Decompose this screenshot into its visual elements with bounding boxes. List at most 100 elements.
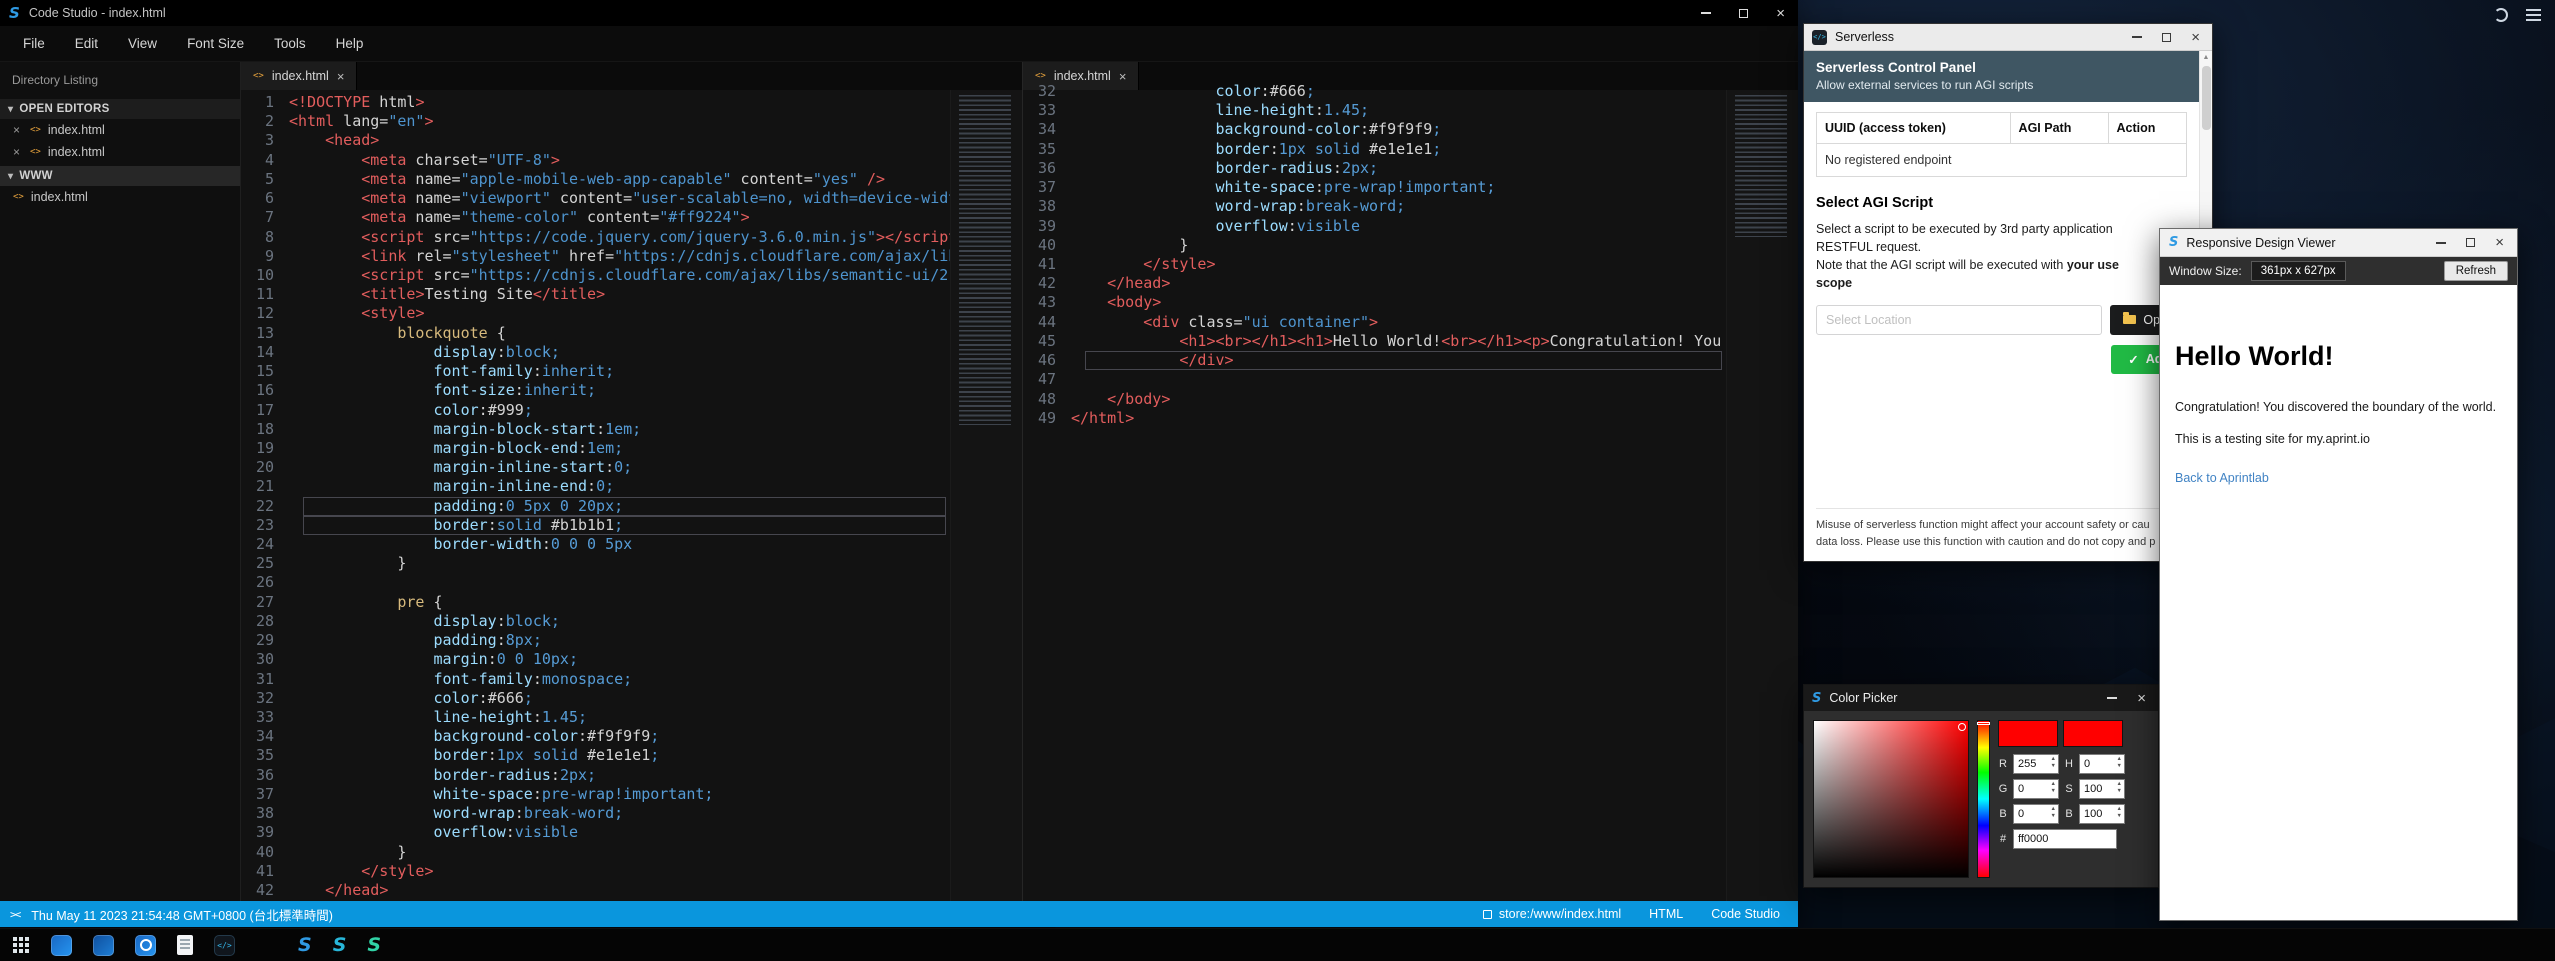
script-location-input[interactable] [1816,305,2102,335]
code-line[interactable]: 35 border:1px solid #e1e1e1; [1023,140,1726,159]
code-line[interactable]: 22 padding:0 5px 0 20px; [241,497,950,516]
refresh-icon[interactable] [2494,8,2508,22]
close-icon[interactable] [13,146,23,158]
scrollbar-thumb[interactable] [2202,66,2211,130]
code-editor[interactable]: 1<!DOCTYPE html>2<html lang="en">3 <head… [241,90,950,901]
refresh-button[interactable]: Refresh [2444,261,2508,281]
menu-font-size[interactable]: Font Size [172,26,259,62]
blue-field[interactable] [2013,804,2059,824]
code-line[interactable]: 8 <script src="https://code.jquery.com/j… [241,228,950,247]
code-line[interactable]: 31 font-family:monospace; [241,670,950,689]
code-line[interactable]: 42 </head> [241,881,950,900]
code-line[interactable]: 13 blockquote { [241,324,950,343]
tab-close-icon[interactable] [337,70,345,83]
code-line[interactable]: 45 <h1><br></h1><h1>Hello World!<br></h1… [1023,332,1726,351]
sidebar-item-index-html[interactable]: index.html [0,186,240,208]
menu-tools[interactable]: Tools [259,26,321,62]
code-line[interactable]: 12 <style> [241,304,950,323]
code-line[interactable]: 34 background-color:#f9f9f9; [1023,120,1726,139]
code-line[interactable]: 35 border:1px solid #e1e1e1; [241,746,950,765]
search-app-icon[interactable] [135,935,156,956]
code-line[interactable]: 41 </style> [241,862,950,881]
minimap[interactable] [950,90,1022,901]
code-line[interactable]: 40 } [241,843,950,862]
saturation-value-area[interactable] [1813,720,1969,878]
code-line[interactable]: 11 <title>Testing Site</title> [241,285,950,304]
code-line[interactable]: 10 <script src="https://cdnjs.cloudflare… [241,266,950,285]
code-line[interactable]: 26 [241,573,950,592]
maximize-icon[interactable] [2466,238,2475,247]
maximize-icon[interactable] [2162,33,2171,42]
code-line[interactable]: 18 margin-block-start:1em; [241,420,950,439]
code-line[interactable]: 2<html lang="en"> [241,112,950,131]
code-studio-icon[interactable]: S [333,935,347,956]
code-line[interactable]: 32 color:#666; [241,689,950,708]
scroll-up-icon[interactable]: ▲ [2203,51,2210,64]
code-line[interactable]: 36 border-radius:2px; [1023,159,1726,178]
tab-close-icon[interactable] [1119,70,1127,83]
red-field[interactable] [2013,754,2059,774]
code-line[interactable]: 49</html> [1023,409,1726,428]
code-line[interactable]: 20 margin-inline-start:0; [241,458,950,477]
status-language[interactable]: HTML [1649,907,1683,921]
code-line[interactable]: 30 margin:0 0 10px; [241,650,950,669]
minimize-icon[interactable] [1701,12,1711,14]
code-line[interactable]: 39 overflow:visible [241,823,950,842]
code-line[interactable]: 32 color:#666; [1023,82,1726,101]
code-line[interactable]: 40 } [1023,236,1726,255]
code-editor[interactable]: 32 color:#666;33 line-height:1.45;34 bac… [1023,82,1726,901]
code-line[interactable]: 33 line-height:1.45; [241,708,950,727]
code-line[interactable]: 36 border-radius:2px; [241,766,950,785]
code-line[interactable]: 25 } [241,554,950,573]
device-app-icon[interactable] [214,935,235,956]
code-line[interactable]: 17 color:#999; [241,401,950,420]
menu-view[interactable]: View [113,26,172,62]
code-line[interactable]: 27 pre { [241,593,950,612]
status-file-path[interactable]: store:/www/index.html [1483,907,1621,921]
menu-icon[interactable] [2526,9,2541,11]
sidebar-item-index-html[interactable]: index.html [0,141,240,163]
green-field[interactable] [2013,779,2059,799]
close-icon[interactable] [2137,691,2146,706]
back-link[interactable]: Back to Aprintlab [2175,471,2269,485]
code-line[interactable]: 1<!DOCTYPE html> [241,93,950,112]
code-line[interactable]: 38 word-wrap:break-word; [1023,197,1726,216]
menu-file[interactable]: File [8,26,60,62]
brightness-field[interactable] [2079,804,2125,824]
apps-grid-icon[interactable] [12,936,30,954]
close-icon[interactable] [1776,6,1785,21]
sidebar-section-www[interactable]: WWW [0,166,240,186]
close-icon[interactable] [2495,235,2504,250]
sidebar-item-index-html[interactable]: index.html [0,119,240,141]
code-line[interactable]: 21 margin-inline-end:0; [241,477,950,496]
hue-slider-handle[interactable] [1977,722,1990,725]
code-line[interactable]: 4 <meta charset="UTF-8"> [241,151,950,170]
code-line[interactable]: 44 <div class="ui container"> [1023,313,1726,332]
code-line[interactable]: 7 <meta name="theme-color" content="#ff9… [241,208,950,227]
code-line[interactable]: 37 white-space:pre-wrap!important; [241,785,950,804]
menu-edit[interactable]: Edit [60,26,113,62]
code-line[interactable]: 9 <link rel="stylesheet" href="https://c… [241,247,950,266]
code-line[interactable]: 33 line-height:1.45; [1023,101,1726,120]
remote-icon[interactable] [10,908,22,921]
code-line[interactable]: 16 font-size:inherit; [241,381,950,400]
minimize-icon[interactable] [2132,36,2142,38]
maximize-icon[interactable] [1739,9,1748,18]
menu-help[interactable]: Help [321,26,379,62]
hue-field[interactable] [2079,754,2125,774]
code-line[interactable]: 19 margin-block-end:1em; [241,439,950,458]
code-line[interactable]: 46 </div> [1023,351,1726,370]
code-line[interactable]: 28 display:block; [241,612,950,631]
code-studio-icon[interactable]: S [367,935,381,956]
minimize-icon[interactable] [2436,242,2446,244]
code-line[interactable]: 37 white-space:pre-wrap!important; [1023,178,1726,197]
code-line[interactable]: 14 display:block; [241,343,950,362]
document-app-icon[interactable] [177,935,193,955]
code-line[interactable]: 41 </style> [1023,255,1726,274]
saturation-field[interactable] [2079,779,2125,799]
code-line[interactable]: 5 <meta name="apple-mobile-web-app-capab… [241,170,950,189]
code-line[interactable]: 47 [1023,370,1726,389]
code-line[interactable]: 43 <body> [1023,293,1726,312]
code-line[interactable]: 23 border:solid #b1b1b1; [241,516,950,535]
code-line[interactable]: 39 overflow:visible [1023,217,1726,236]
